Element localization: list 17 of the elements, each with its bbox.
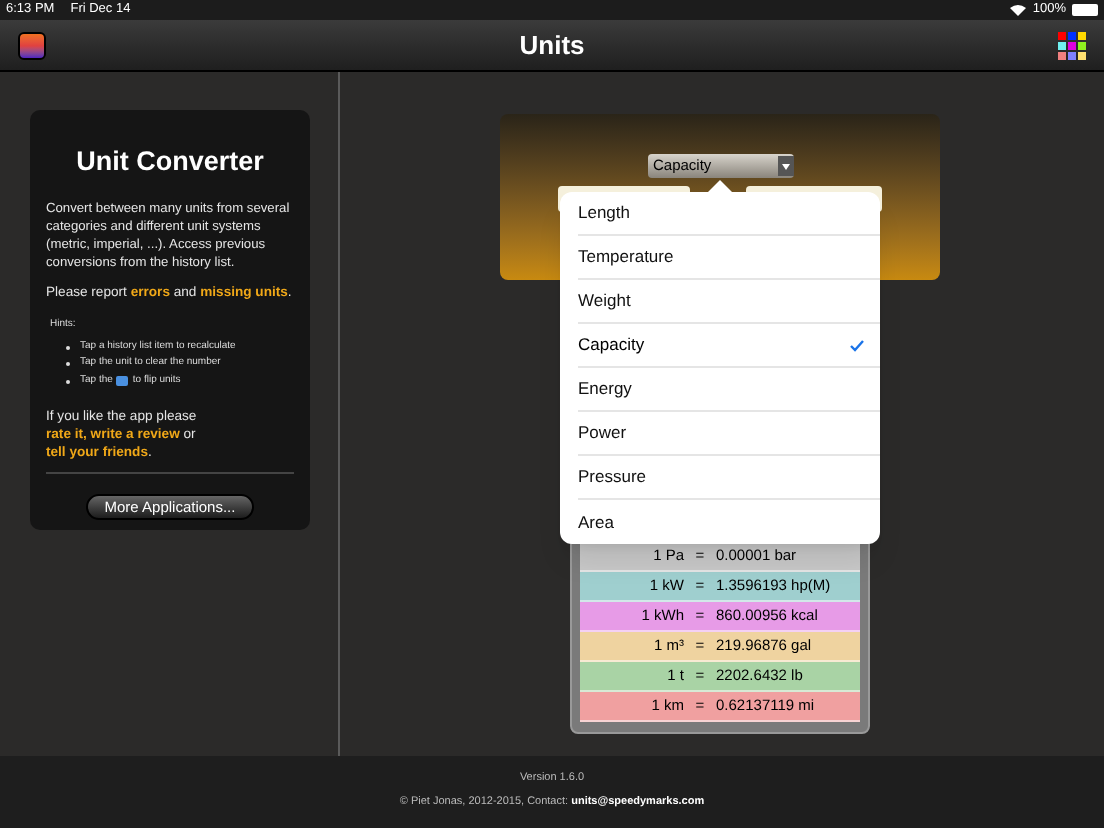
- wifi-icon: [1010, 4, 1027, 16]
- colors-grid-icon[interactable]: [1058, 31, 1086, 59]
- menu-item[interactable]: Capacity: [578, 324, 880, 368]
- menu-item[interactable]: Pressure: [578, 456, 880, 500]
- menu-item[interactable]: Area: [578, 500, 880, 544]
- battery-icon: [1072, 4, 1098, 16]
- flip-icon: [116, 376, 129, 386]
- app-logo-icon[interactable]: [18, 31, 46, 59]
- menu-item[interactable]: Energy: [578, 368, 880, 412]
- menu-item[interactable]: Temperature: [578, 236, 880, 280]
- menu-item[interactable]: Weight: [578, 280, 880, 324]
- caret-icon: [777, 156, 793, 176]
- window-title: Units: [517, 27, 587, 64]
- checkmark-icon: [850, 339, 864, 351]
- menu-item[interactable]: Length: [578, 192, 880, 236]
- menu-item[interactable]: Power: [578, 412, 880, 456]
- card-title: Unit Converter: [74, 144, 266, 180]
